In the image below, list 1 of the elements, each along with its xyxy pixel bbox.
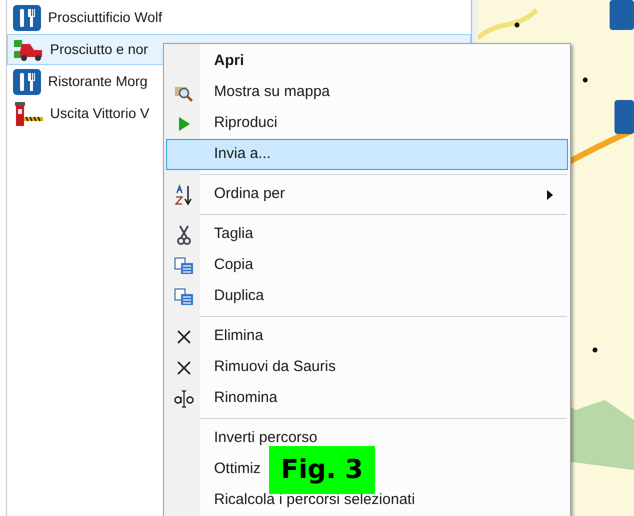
figure-label: Fig. 3 bbox=[269, 446, 375, 494]
